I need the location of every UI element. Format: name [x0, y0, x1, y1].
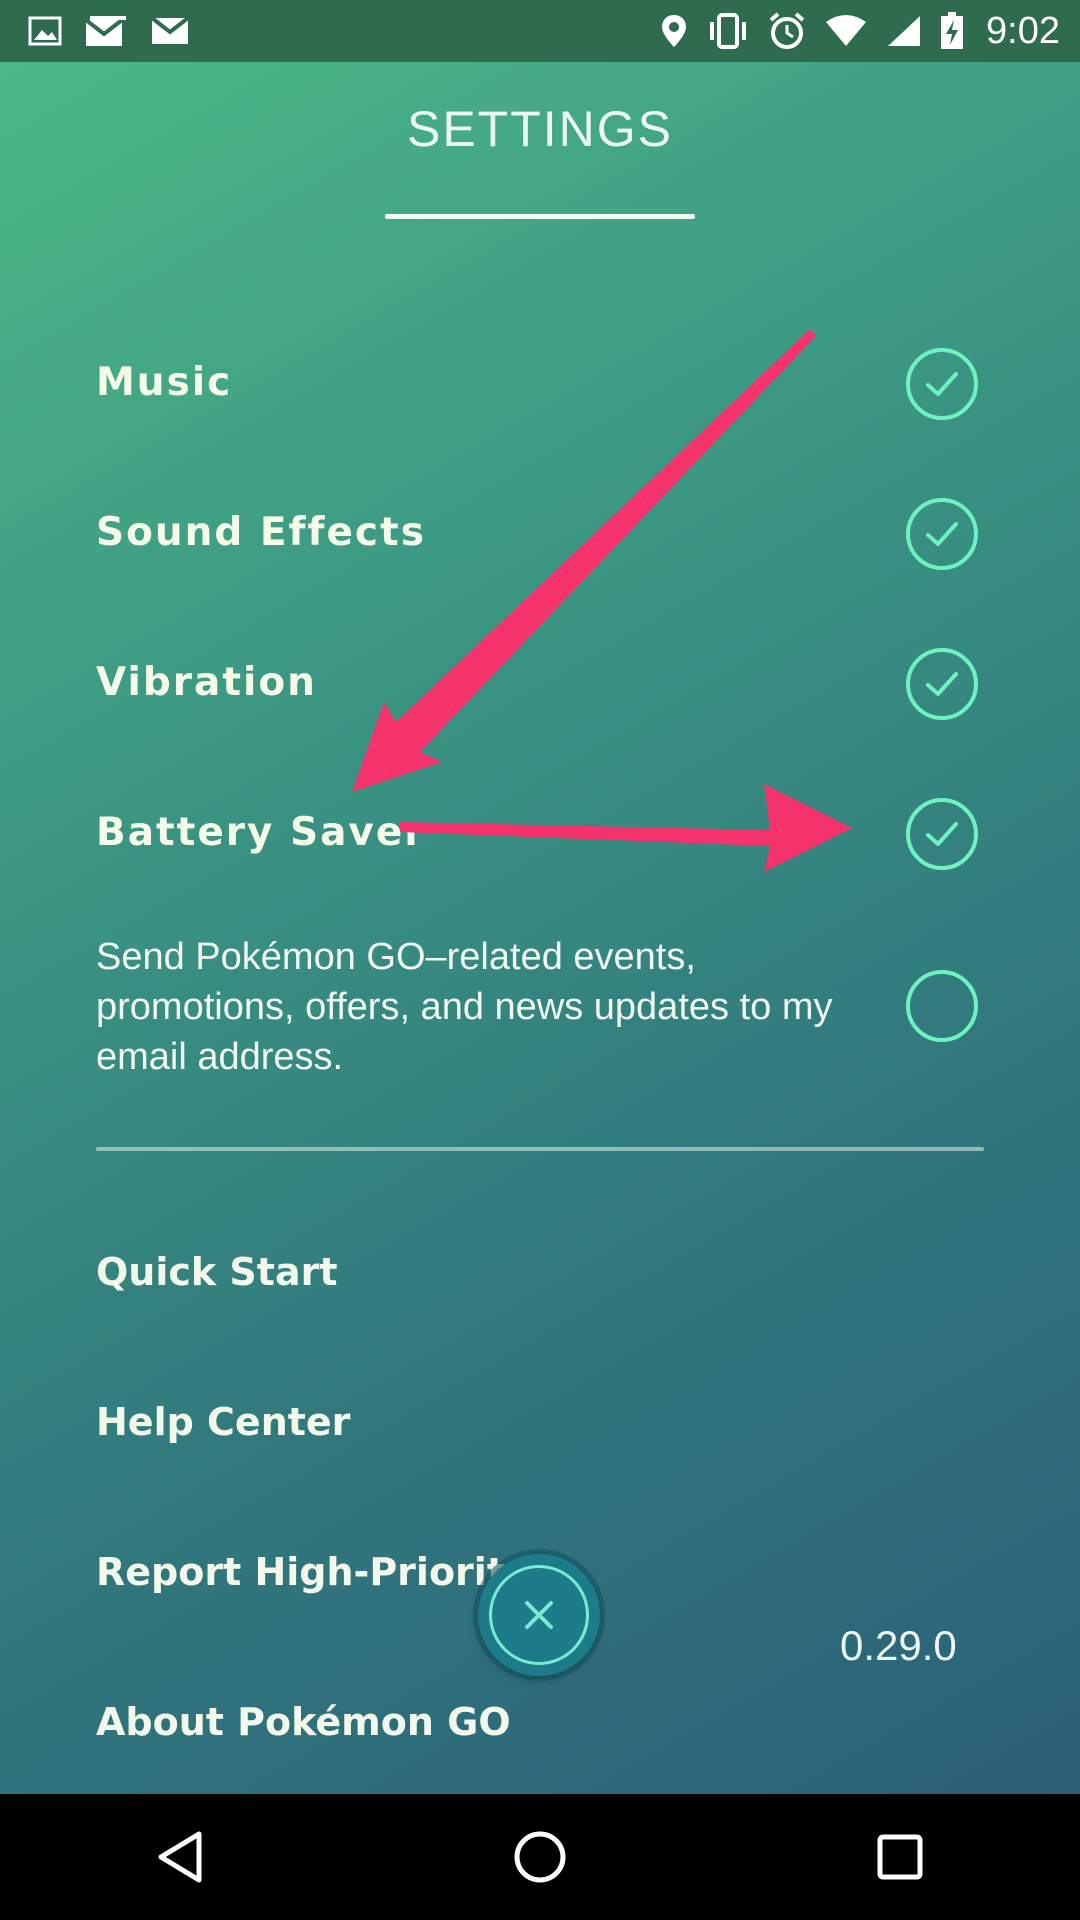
recents-icon [877, 1834, 923, 1880]
home-icon [514, 1831, 566, 1883]
vibrate-icon [706, 13, 750, 49]
recents-button[interactable] [840, 1797, 960, 1917]
email-opt-in-text: Send Pokémon GO–related events, promotio… [96, 936, 833, 1078]
gmail-icon [84, 14, 128, 48]
close-icon [525, 1601, 553, 1629]
gmail-icon [150, 16, 190, 46]
about-link[interactable]: About Pokémon GO [96, 1700, 511, 1744]
annotation-arrow-horizontal [400, 784, 852, 872]
annotation-arrow-diagonal [352, 329, 816, 792]
music-label: Music [96, 360, 233, 405]
vibration-label: Vibration [96, 660, 317, 705]
alarm-icon [768, 12, 806, 50]
checkmark-icon [926, 522, 958, 546]
divider [96, 1147, 984, 1151]
checkmark-icon [926, 372, 958, 396]
title-underline [385, 214, 695, 219]
nav-bar [0, 1794, 1080, 1920]
email-opt-in-checkbox[interactable] [906, 970, 978, 1042]
home-button[interactable] [480, 1797, 600, 1917]
quick-start-link[interactable]: Quick Start [96, 1250, 338, 1294]
battery-saver-checkbox[interactable] [906, 798, 978, 870]
vibration-checkbox[interactable] [906, 648, 978, 720]
location-icon [660, 13, 688, 49]
image-icon [28, 16, 62, 46]
status-bar: 9:02 [0, 0, 1080, 62]
music-checkbox[interactable] [906, 348, 978, 420]
wifi-icon [824, 14, 868, 48]
checkmark-icon [926, 822, 958, 846]
back-icon [158, 1831, 202, 1883]
help-center-link[interactable]: Help Center [96, 1400, 350, 1444]
settings-screen: SETTINGS Music Sound Effects Vibration B… [0, 62, 1080, 1794]
back-button[interactable] [120, 1797, 240, 1917]
checkmark-icon [926, 672, 958, 696]
close-button[interactable] [478, 1554, 600, 1676]
battery-charging-icon [940, 12, 964, 50]
page-title: SETTINGS [406, 101, 674, 157]
sound-effects-checkbox[interactable] [906, 498, 978, 570]
version-label: 0.29.0 [840, 1622, 957, 1669]
signal-icon [886, 14, 922, 48]
sound-effects-label: Sound Effects [96, 510, 426, 555]
battery-saver-label: Battery Saver [96, 810, 426, 855]
annotation-arrows [352, 329, 852, 872]
clock: 9:02 [986, 9, 1060, 52]
